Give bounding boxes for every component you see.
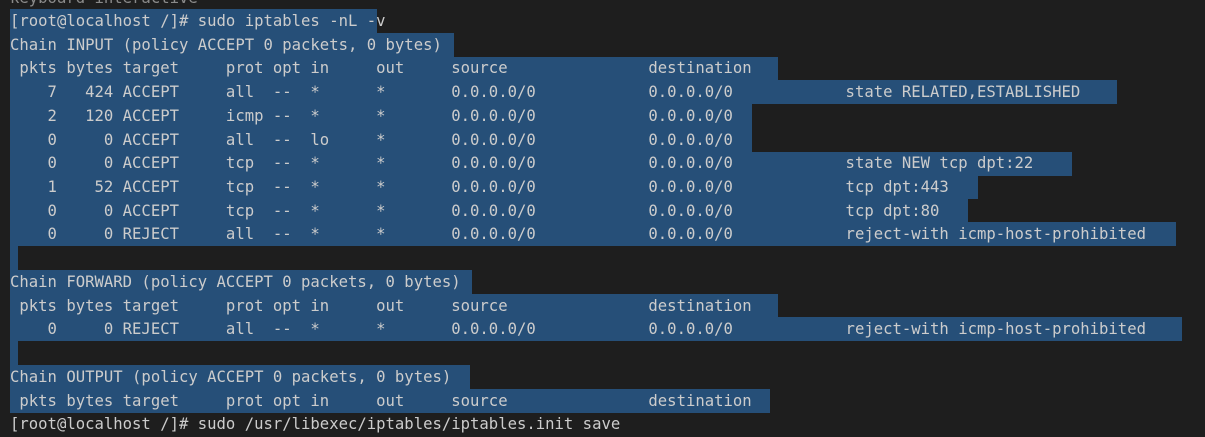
prompt-line: [root@localhost /]# sudo iptables -nL -v (10, 12, 386, 30)
table-row: 0 0 ACCEPT tcp -- * * 0.0.0.0/0 0.0.0.0/… (10, 202, 940, 220)
chain-header-input: Chain INPUT (policy ACCEPT 0 packets, 0 … (10, 36, 442, 54)
table-row: 1 52 ACCEPT tcp -- * * 0.0.0.0/0 0.0.0.0… (10, 178, 949, 196)
table-row: 2 120 ACCEPT icmp -- * * 0.0.0.0/0 0.0.0… (10, 107, 733, 125)
table-row: 0 0 REJECT all -- * * 0.0.0.0/0 0.0.0.0/… (10, 225, 1146, 243)
selection-block (10, 246, 18, 270)
column-header-row: pkts bytes target prot opt in out source… (10, 297, 752, 315)
column-header-row: pkts bytes target prot opt in out source… (10, 59, 752, 77)
table-row: 0 0 REJECT all -- * * 0.0.0.0/0 0.0.0.0/… (10, 320, 1146, 338)
table-row: 7 424 ACCEPT all -- * * 0.0.0.0/0 0.0.0.… (10, 83, 1081, 101)
terminal-output[interactable]: keyboard-interactive [root@localhost /]#… (0, 0, 1205, 437)
table-row: 0 0 ACCEPT tcp -- * * 0.0.0.0/0 0.0.0.0/… (10, 154, 1034, 172)
table-row: 0 0 ACCEPT all -- lo * 0.0.0.0/0 0.0.0.0… (10, 131, 733, 149)
chain-header-output: Chain OUTPUT (policy ACCEPT 0 packets, 0… (10, 368, 452, 386)
prompt-line: [root@localhost /]# sudo /usr/libexec/ip… (10, 415, 621, 433)
chain-header-forward: Chain FORWARD (policy ACCEPT 0 packets, … (10, 273, 461, 291)
column-header-row: pkts bytes target prot opt in out source… (10, 392, 752, 410)
selection-block (10, 341, 18, 365)
partial-top-line: keyboard-interactive (10, 0, 198, 9)
